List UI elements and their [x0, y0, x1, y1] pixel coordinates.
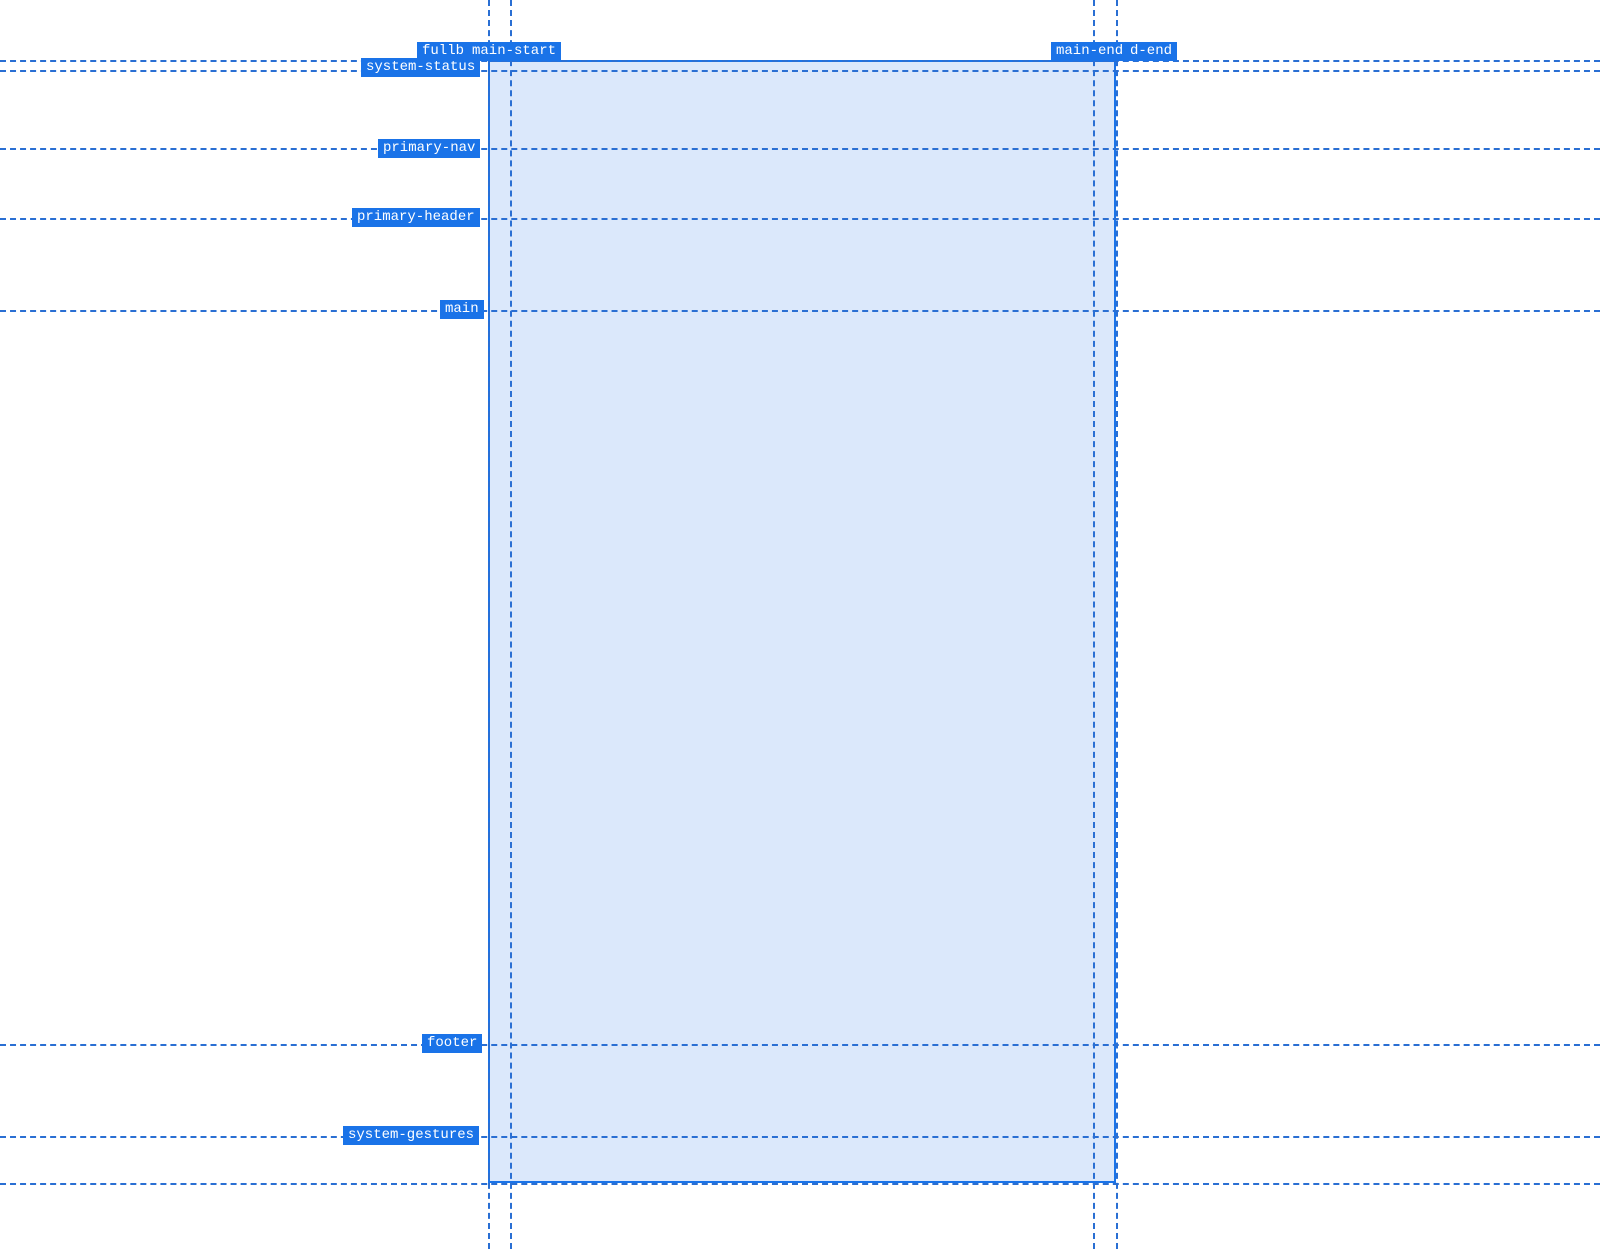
- label-main-start: main-start: [467, 42, 561, 61]
- col-main-end: [1093, 0, 1095, 1249]
- grid-panel: [488, 60, 1116, 1183]
- row-bottom: [0, 1183, 1600, 1185]
- row-primary-nav: [0, 148, 1600, 150]
- row-system-status: [0, 70, 1600, 72]
- col-fullbleed-start: [488, 0, 490, 1249]
- row-footer: [0, 1044, 1600, 1046]
- label-d-end: d-end: [1125, 42, 1177, 61]
- label-main: main: [440, 300, 484, 319]
- col-fullbleed-end: [1116, 0, 1118, 1249]
- label-system-status: system-status: [361, 58, 480, 77]
- label-primary-header: primary-header: [352, 208, 480, 227]
- row-system-gestures: [0, 1136, 1600, 1138]
- row-top: [0, 60, 1600, 62]
- row-primary-header: [0, 218, 1600, 220]
- row-main: [0, 310, 1600, 312]
- label-main-end: main-end: [1051, 42, 1128, 61]
- label-system-gestures: system-gestures: [343, 1126, 479, 1145]
- label-primary-nav: primary-nav: [378, 139, 480, 158]
- label-footer: footer: [422, 1034, 482, 1053]
- col-main-start: [510, 0, 512, 1249]
